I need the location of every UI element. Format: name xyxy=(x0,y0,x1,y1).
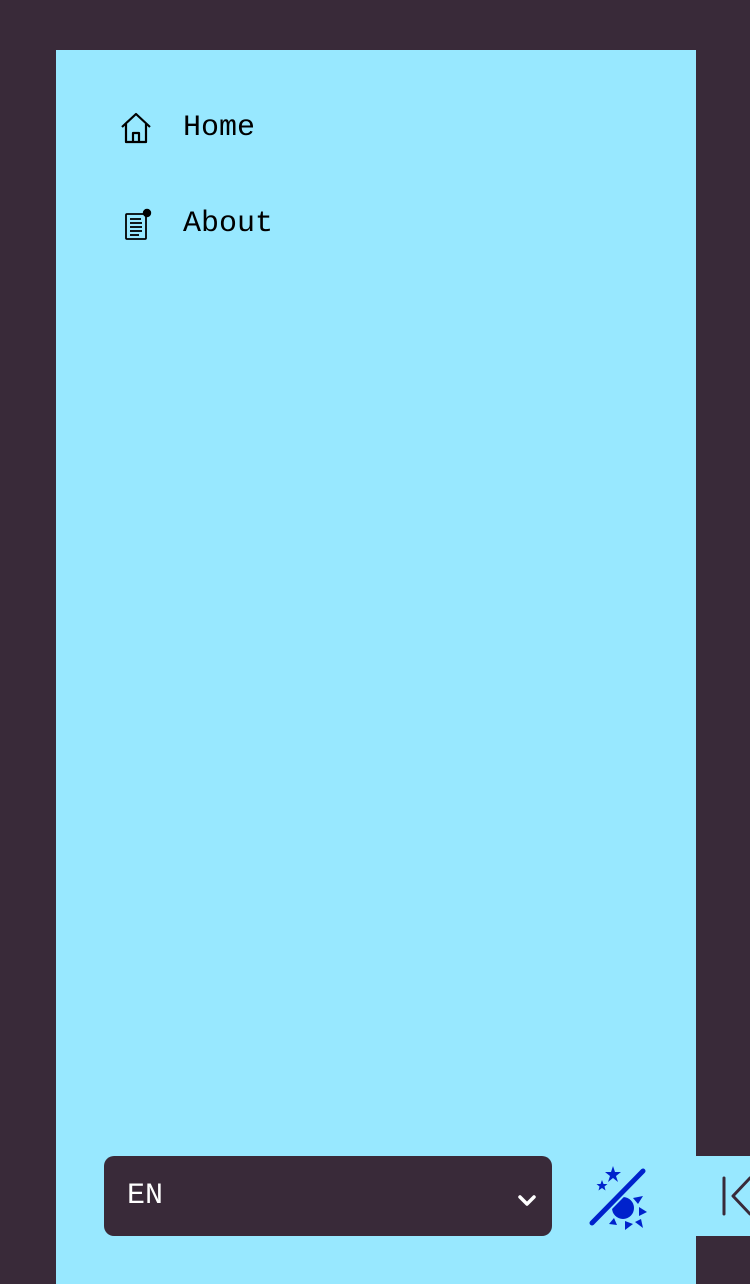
sidebar: Home About EN xyxy=(56,50,696,1284)
collapse-sidebar-button[interactable] xyxy=(696,1156,750,1236)
sidebar-item-home[interactable]: Home xyxy=(118,110,255,146)
sidebar-item-label: About xyxy=(183,207,274,241)
theme-toggle-moon-sun-icon xyxy=(587,1166,648,1230)
language-select[interactable]: EN xyxy=(104,1156,552,1236)
sidebar-item-about[interactable]: About xyxy=(118,206,273,242)
document-notification-icon xyxy=(118,206,154,242)
chevron-down-icon xyxy=(516,1186,538,1220)
home-icon xyxy=(118,110,154,146)
collapse-left-icon xyxy=(722,1176,750,1216)
theme-toggle-button[interactable] xyxy=(583,1162,649,1232)
sidebar-item-label: Home xyxy=(183,111,256,145)
language-select-value: EN xyxy=(127,1179,164,1213)
